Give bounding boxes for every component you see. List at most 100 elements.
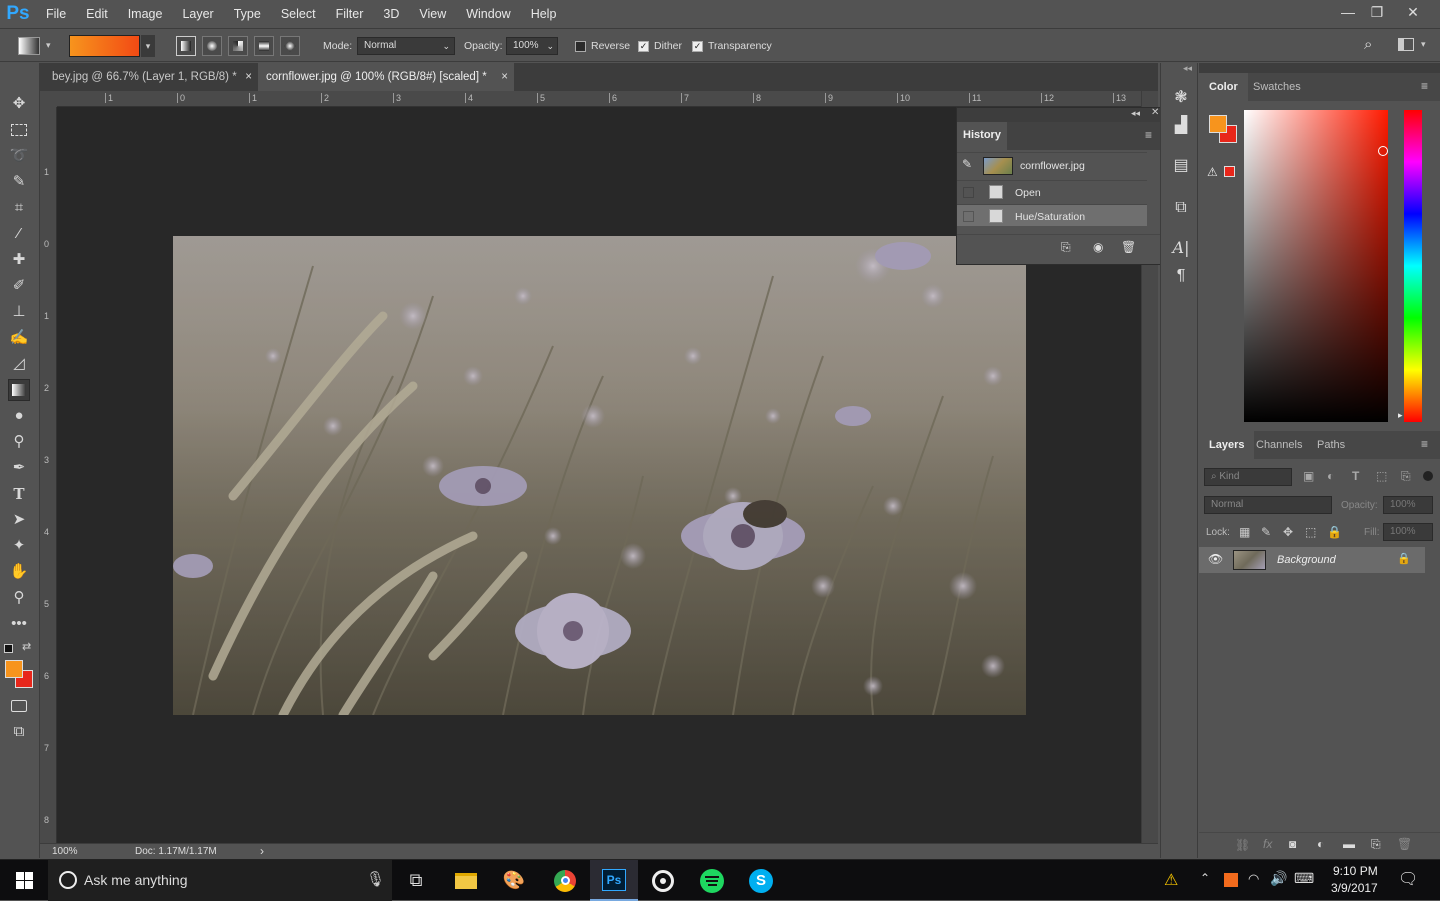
quick-selection-tool-icon[interactable]: ✎ [8, 171, 30, 193]
hue-slider[interactable] [1404, 110, 1422, 422]
layer-name[interactable]: Background [1277, 554, 1336, 566]
volume-icon[interactable]: 🔊 [1270, 870, 1287, 887]
chevron-down-icon[interactable]: ▾ [46, 40, 51, 51]
type-tool-icon[interactable]: T [8, 483, 30, 505]
shape-filter-icon[interactable]: ⬚ [1376, 469, 1387, 483]
microphone-icon[interactable]: 🎙 [366, 870, 385, 888]
smart-object-filter-icon[interactable]: ⎘ [1401, 469, 1411, 484]
horizontal-ruler[interactable]: 1 0 1 2 3 4 5 6 7 8 9 10 11 12 13 [57, 91, 1141, 107]
panel-menu-icon[interactable]: ≡ [1421, 437, 1428, 451]
history-step-open[interactable]: Open [957, 180, 1147, 202]
close-tab-icon[interactable]: × [245, 63, 252, 91]
add-mask-icon[interactable]: ◙ [1289, 837, 1296, 851]
tab-paths[interactable]: Paths [1307, 431, 1355, 459]
clone-stamp-tool-icon[interactable]: ⊥ [8, 301, 30, 323]
blur-tool-icon[interactable]: ● [8, 405, 30, 427]
tray-app-icon[interactable] [1224, 873, 1238, 887]
status-menu-arrow-icon[interactable]: › [260, 844, 264, 858]
tab-bey[interactable]: bey.jpg @ 66.7% (Layer 1, RGB/8) * × [44, 63, 256, 91]
lock-image-pixels-icon[interactable]: ✎ [1261, 525, 1271, 539]
pen-tool-icon[interactable]: ✒ [8, 457, 30, 479]
reverse-checkbox[interactable] [575, 41, 586, 52]
move-tool-icon[interactable]: ✥ [8, 93, 30, 115]
menu-layer[interactable]: Layer [172, 0, 223, 28]
history-source-checkbox[interactable] [963, 187, 974, 198]
menu-select[interactable]: Select [271, 0, 326, 28]
tab-channels[interactable]: Channels [1246, 431, 1312, 459]
screen-mode-icon[interactable]: ⧉ [8, 721, 30, 743]
zoom-tool-icon[interactable]: ⚲ [8, 587, 30, 609]
ruler-origin[interactable] [40, 91, 57, 107]
layer-lock-icon[interactable]: 🔒 [1397, 552, 1411, 565]
search-icon[interactable]: ⌕ [1364, 36, 1382, 54]
menu-view[interactable]: View [409, 0, 456, 28]
tab-cornflower[interactable]: cornflower.jpg @ 100% (RGB/8#) [scaled] … [258, 63, 514, 91]
skype-icon[interactable]: S [737, 860, 785, 901]
warning-tray-icon[interactable]: ⚠ [1164, 870, 1178, 890]
histogram-icon[interactable]: ▟ [1170, 115, 1192, 137]
tab-color[interactable]: Color [1199, 73, 1248, 101]
lock-artboard-icon[interactable]: ⬚ [1305, 525, 1316, 539]
info-icon[interactable]: ⧉ [1170, 197, 1192, 219]
blend-mode-select[interactable]: Normal [1204, 496, 1332, 514]
navigator-icon[interactable]: ❃ [1170, 87, 1192, 109]
workspace-icon[interactable] [1398, 38, 1414, 51]
menu-image[interactable]: Image [118, 0, 173, 28]
path-selection-tool-icon[interactable]: ➤ [8, 509, 30, 531]
close-panel-icon[interactable]: ✕ [1151, 107, 1159, 118]
shape-tool-icon[interactable]: ✦ [8, 535, 30, 557]
keyboard-icon[interactable]: ⌨ [1294, 870, 1314, 887]
history-brush-tool-icon[interactable]: ✍ [8, 327, 30, 349]
fx-icon[interactable]: fx [1263, 837, 1272, 851]
filter-toggle-icon[interactable] [1423, 471, 1433, 481]
lock-position-icon[interactable]: ✥ [1283, 525, 1293, 539]
panel-menu-icon[interactable]: ≡ [1421, 79, 1428, 93]
linear-gradient-icon[interactable] [176, 36, 196, 56]
photoshop-taskbar-icon[interactable]: Ps [590, 860, 638, 901]
clock-time[interactable]: 9:10 PM [1333, 864, 1378, 878]
spotify-icon[interactable] [688, 860, 736, 901]
cortana-search-box[interactable]: Ask me anything 🎙 [48, 860, 392, 901]
close-tab-icon[interactable]: × [501, 63, 508, 91]
gamut-color-swatch[interactable] [1224, 166, 1235, 177]
lock-all-icon[interactable]: 🔒 [1327, 525, 1342, 539]
clock-date[interactable]: 3/9/2017 [1331, 881, 1378, 895]
menu-filter[interactable]: Filter [326, 0, 374, 28]
menu-file[interactable]: File [36, 0, 76, 28]
new-document-from-state-icon[interactable]: ⎘ [1061, 240, 1071, 255]
type-filter-icon[interactable]: T [1352, 469, 1359, 483]
menu-window[interactable]: Window [456, 0, 520, 28]
dodge-tool-icon[interactable]: ⚲ [8, 431, 30, 453]
zoom-level[interactable]: 100% [52, 846, 78, 857]
history-source-checkbox[interactable] [963, 211, 974, 222]
wifi-icon[interactable]: ◠ [1248, 871, 1259, 887]
windows-start-icon[interactable] [0, 860, 48, 901]
brush-tool-icon[interactable]: ✐ [8, 275, 30, 297]
tab-swatches[interactable]: Swatches [1243, 73, 1311, 101]
fill-input[interactable]: 100% [1383, 523, 1433, 541]
camera-icon[interactable]: ◉ [1093, 240, 1103, 254]
vertical-ruler[interactable]: 1 0 1 2 3 4 5 6 7 8 [40, 107, 57, 843]
hue-slider-handle-icon[interactable]: ▸ [1398, 410, 1403, 421]
foreground-color-swatch[interactable] [5, 660, 23, 678]
groove-music-icon[interactable] [639, 860, 687, 901]
paragraph-icon[interactable]: ¶ [1170, 265, 1192, 287]
link-layers-icon[interactable]: ⛓ [1235, 838, 1250, 852]
dither-checkbox[interactable]: ✓ [638, 41, 649, 52]
eyedropper-tool-icon[interactable]: ⁄ [8, 223, 30, 245]
restore-button[interactable]: ❐ [1360, 2, 1394, 24]
layer-row-background[interactable]: 👁 Background 🔒 [1199, 547, 1425, 573]
history-snapshot[interactable]: ✎ cornflower.jpg [957, 152, 1147, 178]
expand-panels-icon[interactable]: ◂◂ [1183, 63, 1192, 74]
history-step-hue-saturation[interactable]: Hue/Saturation [957, 204, 1147, 226]
character-icon[interactable]: A| [1170, 237, 1192, 259]
trash-icon[interactable]: 🗑 [1121, 240, 1136, 254]
layer-opacity-input[interactable]: 100% [1383, 496, 1433, 514]
foreground-color-swatch[interactable] [1209, 115, 1227, 133]
adjustments-icon[interactable]: ▤ [1170, 155, 1192, 177]
tray-expand-icon[interactable]: ⌃ [1200, 871, 1210, 885]
color-field[interactable] [1244, 110, 1388, 422]
angle-gradient-icon[interactable] [228, 36, 248, 56]
adjustment-layer-icon[interactable]: ◐ [1317, 837, 1324, 851]
crop-tool-icon[interactable]: ⌗ [8, 197, 30, 219]
